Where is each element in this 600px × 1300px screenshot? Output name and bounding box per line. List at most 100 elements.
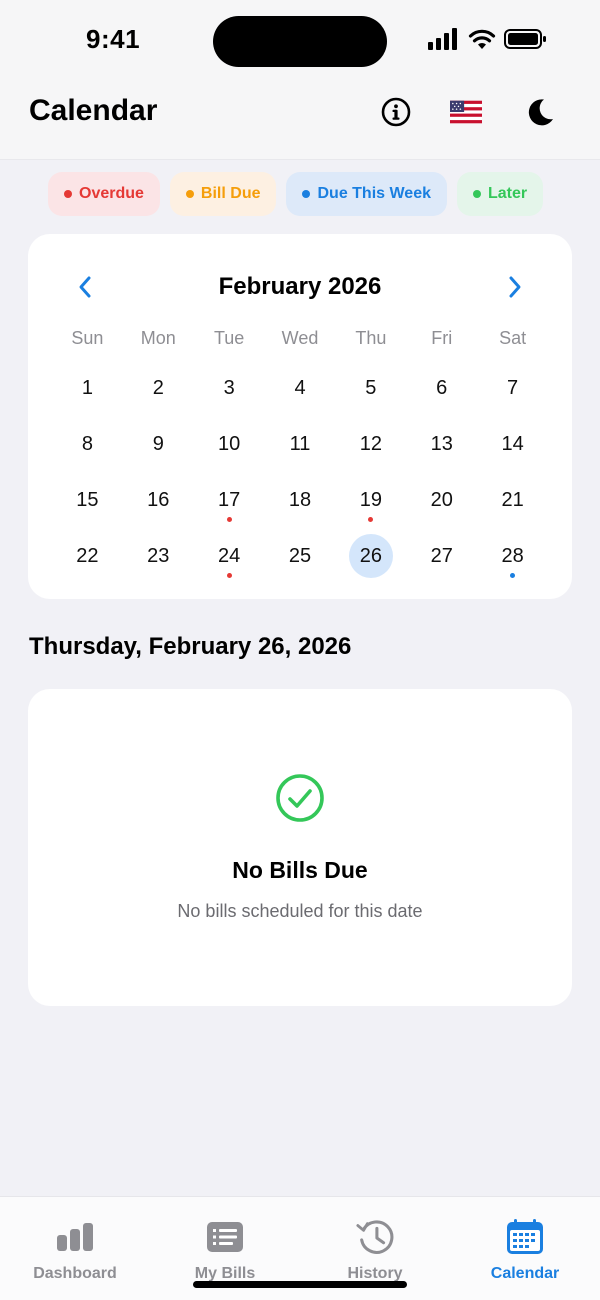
theme-toggle-button[interactable] — [524, 96, 556, 128]
calendar-day[interactable]: 21 — [477, 472, 548, 528]
status-icons — [428, 28, 548, 50]
day-number: 25 — [288, 544, 312, 567]
day-number: 14 — [501, 432, 524, 455]
weekday-header-row: Sun Mon Tue Wed Thu Fri Sat — [52, 328, 548, 349]
day-number: 9 — [152, 432, 164, 455]
calendar-day[interactable]: 25 — [265, 528, 336, 584]
day-number: 2 — [152, 376, 164, 399]
empty-state-subtitle: No bills scheduled for this date — [177, 901, 423, 921]
calendar-day[interactable]: 2 — [123, 360, 194, 416]
calendar-day[interactable]: 14 — [477, 416, 548, 472]
legend-overdue[interactable]: Overdue — [48, 172, 160, 216]
day-number: 12 — [359, 432, 382, 455]
calendar-day[interactable]: 8 — [52, 416, 123, 472]
legend-label: Overdue — [79, 185, 144, 202]
due-this-week-dot-icon — [302, 190, 311, 198]
calendar-day-selected[interactable]: 26 — [335, 528, 406, 584]
calendar-day[interactable]: 23 — [123, 528, 194, 584]
home-indicator — [193, 1281, 407, 1288]
day-number: 6 — [436, 376, 448, 399]
cellular-signal-icon — [428, 28, 457, 50]
day-number: 16 — [147, 488, 170, 511]
app-header: Calendar — [0, 80, 600, 160]
dynamic-island — [213, 16, 387, 67]
calendar-day[interactable]: 27 — [406, 528, 477, 584]
weekday-label: Fri — [431, 328, 453, 348]
day-number: 10 — [218, 432, 241, 455]
day-number: 27 — [430, 544, 453, 567]
calendar-day[interactable]: 17 — [194, 472, 265, 528]
next-month-button[interactable] — [503, 272, 527, 302]
tab-calendar[interactable]: Calendar — [450, 1197, 600, 1287]
tab-dashboard[interactable]: Dashboard — [0, 1197, 150, 1287]
bill-marker-dot-icon — [226, 573, 232, 578]
calendar-day[interactable]: 12 — [335, 416, 406, 472]
bills-empty-card — [28, 689, 572, 1006]
calendar-icon — [505, 1217, 545, 1257]
tab-history[interactable]: History — [300, 1197, 450, 1287]
tab-label: Dashboard — [33, 1265, 117, 1282]
day-number: 13 — [430, 432, 453, 455]
day-number: 22 — [76, 544, 99, 567]
calendar-day[interactable]: 10 — [194, 416, 265, 472]
calendar-day[interactable]: 28 — [477, 528, 548, 584]
day-number: 11 — [289, 432, 311, 455]
battery-icon — [504, 29, 546, 49]
calendar-day[interactable]: 18 — [265, 472, 336, 528]
month-title: February 2026 — [218, 273, 382, 300]
check-circle-icon — [276, 774, 324, 822]
calendar-day[interactable]: 5 — [335, 360, 406, 416]
info-button[interactable] — [380, 96, 412, 128]
day-number: 19 — [359, 488, 382, 511]
chevron-right-icon — [509, 276, 521, 298]
calendar-day[interactable]: 3 — [194, 360, 265, 416]
day-number: 3 — [223, 376, 235, 399]
calendar-days-grid: 1 2 3 4 5 6 7 8 9 10 11 12 13 14 15 16 17 18 19 20 21 22 23 24 2… — [52, 360, 548, 584]
day-number: 20 — [430, 488, 453, 511]
bar-chart-icon — [55, 1217, 95, 1257]
calendar-day[interactable]: 6 — [406, 360, 477, 416]
calendar-day[interactable]: 11 — [265, 416, 336, 472]
legend-label: Later — [488, 185, 528, 202]
tab-label: Calendar — [490, 1265, 560, 1282]
day-number: 7 — [507, 376, 519, 399]
legend-later[interactable]: Later — [457, 172, 544, 216]
language-button[interactable] — [450, 96, 482, 128]
status-bar: 9:41 — [0, 0, 600, 80]
day-number: 18 — [288, 488, 312, 511]
legend-bill-due[interactable]: Bill Due — [169, 172, 277, 216]
weekday-label: Mon — [140, 328, 176, 348]
day-number: 4 — [294, 376, 306, 399]
day-number: 15 — [76, 488, 99, 511]
calendar-day[interactable]: 22 — [52, 528, 123, 584]
day-number: 26 — [348, 534, 393, 578]
calendar-day[interactable]: 13 — [406, 416, 477, 472]
weekday-label: Sun — [71, 328, 104, 348]
moon-icon — [528, 99, 553, 126]
calendar-day[interactable]: 9 — [123, 416, 194, 472]
list-icon — [205, 1217, 245, 1257]
calendar-day[interactable]: 4 — [265, 360, 336, 416]
calendar-day[interactable]: 19 — [335, 472, 406, 528]
legend-label: Bill Due — [200, 185, 261, 202]
day-number: 5 — [365, 376, 377, 399]
calendar-day[interactable]: 15 — [52, 472, 123, 528]
calendar-day[interactable]: 20 — [406, 472, 477, 528]
weekday-label: Thu — [355, 328, 387, 348]
bill-due-dot-icon — [185, 190, 194, 198]
legend-label: Due This Week — [317, 185, 431, 202]
weekday-label: Tue — [213, 328, 245, 348]
calendar-day[interactable]: 1 — [52, 360, 123, 416]
calendar-day[interactable]: 7 — [477, 360, 548, 416]
tab-my-bills[interactable]: My Bills — [150, 1197, 300, 1287]
calendar-day[interactable]: 24 — [194, 528, 265, 584]
day-number: 24 — [218, 544, 241, 567]
day-number: 17 — [218, 488, 241, 511]
calendar-day[interactable]: 16 — [123, 472, 194, 528]
empty-state-title: No Bills Due — [232, 857, 368, 883]
status-legend: Overdue Bill Due Due This Week Later — [48, 172, 544, 216]
weekday-label: Sat — [499, 328, 527, 348]
legend-due-this-week[interactable]: Due This Week — [286, 172, 447, 216]
status-time: 9:41 — [86, 24, 141, 54]
us-flag-icon — [450, 100, 482, 124]
